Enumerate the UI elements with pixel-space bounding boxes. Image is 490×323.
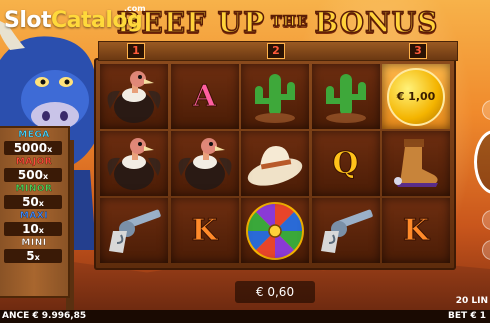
- letter-k-symbol: K: [402, 213, 430, 249]
- jackpot-label: MINOR: [15, 184, 53, 194]
- jackpot-major: MAJOR 500x: [0, 155, 68, 182]
- cowboy-hat-icon: [247, 145, 303, 186]
- jackpot-mini: MINI 5x: [0, 236, 68, 263]
- jackpot-board: MEGA 5000x MAJOR 500x MINOR 50x MAXI 10x…: [0, 126, 70, 298]
- title-middle: THE: [270, 13, 309, 31]
- cactus-icon: [325, 73, 366, 123]
- balance-label: ANCE € 9.996,85: [2, 311, 87, 321]
- jackpot-value: 10x: [4, 222, 62, 236]
- bonus-level-1: 1: [127, 43, 145, 59]
- reel-2-row-1-letter: A: [170, 64, 239, 129]
- jackpot-mega: MEGA 5000x: [0, 128, 68, 155]
- brand-part-1: Slot: [4, 8, 52, 33]
- vulture-icon: [107, 70, 161, 123]
- jackpot-value: 5x: [4, 249, 62, 263]
- jackpot-maxi: MAXI 10x: [0, 209, 68, 236]
- cowboy-boot-icon: [394, 138, 438, 187]
- reel-5-row-2-boot: [382, 131, 450, 196]
- reel-1-row-2-vulture: [100, 131, 168, 196]
- reel-1-row-1-vulture: [100, 64, 168, 129]
- reel-1-row-3-revolver: [100, 198, 168, 263]
- jackpot-value: 500x: [4, 168, 62, 182]
- letter-q-symbol: Q: [332, 146, 359, 182]
- bonus-level-3: 3: [409, 43, 427, 59]
- jackpot-value: 5000x: [4, 141, 62, 155]
- reel-4-row-3-revolver: [311, 198, 380, 263]
- brand-watermark: SlotCatalog .com: [4, 4, 146, 33]
- win-amount: € 0,60: [235, 281, 315, 303]
- jackpot-value: 50x: [4, 195, 62, 209]
- vulture-icon: [178, 137, 231, 190]
- paylines-label: 20 LIN: [455, 296, 488, 306]
- status-bar: ANCE € 9.996,85 BET € 1: [0, 310, 490, 323]
- bonus-level-2: 2: [267, 43, 285, 59]
- bonus-level-bar: 1 2 3: [98, 41, 458, 61]
- reel-3-row-1-cactus: [241, 64, 309, 129]
- bonus-coin: € 1,00: [387, 67, 445, 126]
- reel-5-row-3-letter: K: [382, 198, 450, 263]
- cactus-icon: [255, 73, 295, 123]
- jackpot-label: MEGA: [18, 130, 50, 140]
- reel-2-row-3-letter: K: [170, 198, 239, 263]
- letter-a-symbol: A: [192, 79, 217, 115]
- reel-grid: A € 1,00 Q K K: [100, 64, 450, 264]
- bonus-wheel-icon: [246, 201, 304, 260]
- letter-k-symbol: K: [191, 213, 218, 249]
- vulture-icon: [107, 137, 161, 190]
- jackpot-label: MAJOR: [15, 157, 53, 167]
- brand-suffix: .com: [124, 4, 146, 13]
- bet-label[interactable]: BET € 1: [448, 310, 486, 323]
- reel-4-row-2-letter: Q: [311, 131, 380, 196]
- revolver-icon: [109, 209, 161, 253]
- game-title: BEEF UP THE BONUS: [100, 4, 455, 40]
- revolver-icon: [320, 209, 373, 253]
- jackpot-minor: MINOR 50x: [0, 182, 68, 209]
- reel-3-row-2-cowboy-hat: [241, 131, 309, 196]
- title-right: BONUS: [314, 5, 439, 40]
- reel-3-row-3-wheel: [241, 198, 309, 263]
- coin-value: € 1,00: [396, 90, 436, 103]
- reel-4-row-1-cactus: [311, 64, 380, 129]
- jackpot-label: MINI: [21, 238, 47, 248]
- reel-5-row-1-coin: € 1,00: [382, 64, 450, 129]
- reel-2-row-2-vulture: [170, 131, 239, 196]
- jackpot-label: MAXI: [19, 211, 49, 221]
